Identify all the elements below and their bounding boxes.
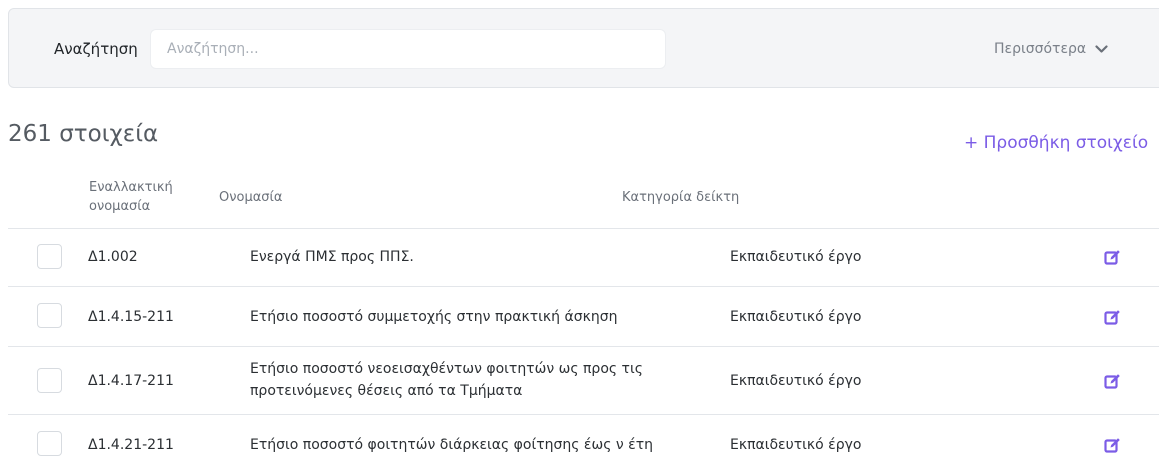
edit-icon[interactable]	[1104, 309, 1121, 326]
row-code: Δ1.002	[88, 249, 138, 265]
row-category: Εκπαιδευτικό έργο	[730, 249, 862, 265]
row-name: Ενεργά ΠΜΣ προς ΠΠΣ.	[250, 249, 414, 265]
row-checkbox[interactable]	[37, 244, 62, 269]
column-header-category[interactable]: Κατηγορία δείκτη	[622, 188, 739, 207]
chevron-down-icon	[1095, 44, 1108, 53]
table-row: Δ1.002 Ενεργά ΠΜΣ προς ΠΠΣ. Εκπαιδευτικό…	[8, 228, 1159, 286]
row-name: Ετήσιο ποσοστό συμμετοχής στην πρακτική …	[250, 309, 618, 325]
edit-icon[interactable]	[1104, 249, 1121, 266]
column-header-alt-name[interactable]: Εναλλακτική ονομασία	[89, 178, 189, 216]
search-input[interactable]	[150, 29, 666, 69]
search-label: Αναζήτηση	[54, 40, 138, 58]
item-count-title: 261 στοιχεία	[8, 121, 159, 147]
row-category: Εκπαιδευτικό έργο	[730, 437, 862, 453]
more-filters-toggle[interactable]: Περισσότερα	[994, 9, 1108, 89]
row-code: Δ1.4.21-211	[88, 437, 174, 453]
table-row: Δ1.4.21-211 Ετήσιο ποσοστό φοιτητών διάρ…	[8, 414, 1159, 472]
row-code: Δ1.4.17-211	[88, 373, 174, 389]
edit-icon[interactable]	[1104, 437, 1121, 454]
table-row: Δ1.4.15-211 Ετήσιο ποσοστό συμμετοχής στ…	[8, 286, 1159, 346]
row-category: Εκπαιδευτικό έργο	[730, 309, 862, 325]
row-name: Ετήσιο ποσοστό νεοεισαχθέντων φοιτητών ω…	[250, 361, 643, 399]
row-code: Δ1.4.15-211	[88, 309, 174, 325]
row-name: Ετήσιο ποσοστό φοιτητών διάρκειας φοίτησ…	[250, 437, 654, 453]
column-header-name[interactable]: Ονομασία	[219, 188, 283, 207]
row-category: Εκπαιδευτικό έργο	[730, 373, 862, 389]
edit-icon[interactable]	[1104, 373, 1121, 390]
row-checkbox[interactable]	[37, 431, 62, 456]
table-row: Δ1.4.17-211 Ετήσιο ποσοστό νεοεισαχθέντω…	[8, 346, 1159, 414]
more-filters-label: Περισσότερα	[994, 41, 1087, 57]
search-panel: Αναζήτηση Περισσότερα	[8, 8, 1159, 88]
row-checkbox[interactable]	[37, 368, 62, 393]
add-item-button[interactable]: + Προσθήκη στοιχείο	[964, 133, 1148, 153]
row-checkbox[interactable]	[37, 303, 62, 328]
